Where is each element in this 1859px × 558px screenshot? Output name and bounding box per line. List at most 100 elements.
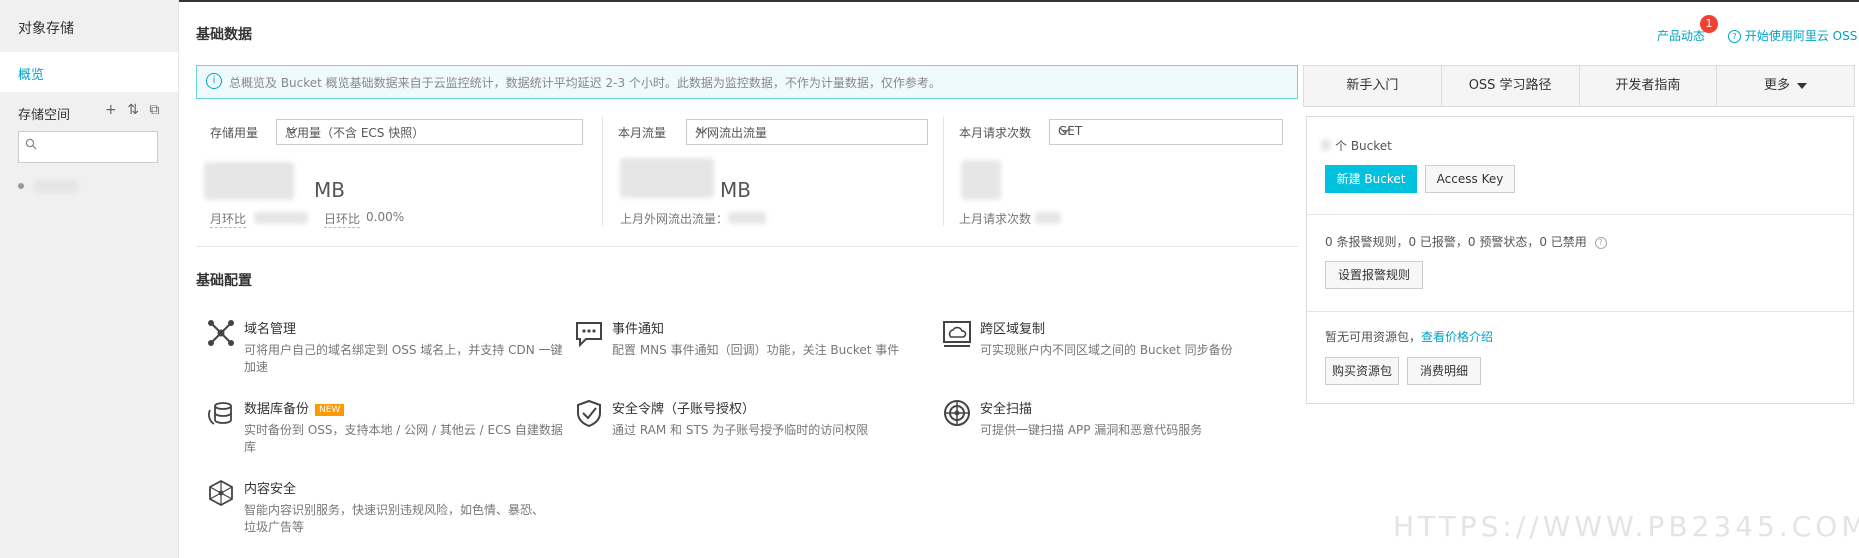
- config-desc: 可将用户自己的域名绑定到 OSS 域名上，并支持 CDN 一键加速: [244, 343, 563, 374]
- config-name: 跨区域复制: [980, 322, 1046, 337]
- config-item-content-security[interactable]: 内容安全 智能内容识别服务，快速识别违规风险，如色情、暴恐、垃圾广告等: [206, 478, 566, 538]
- config-name: 事件通知: [612, 322, 665, 337]
- message-icon: [574, 318, 606, 350]
- access-key-button[interactable]: Access Key: [1425, 165, 1515, 193]
- help-icon: ?: [1728, 30, 1741, 43]
- config-desc: 通过 RAM 和 STS 为子账号授予临时的访问权限: [612, 423, 869, 437]
- last-requests-redacted: [1035, 212, 1061, 224]
- notification-badge: 1: [1700, 15, 1718, 33]
- config-desc: 可提供一键扫描 APP 漏洞和恶意代码服务: [980, 423, 1203, 437]
- buy-package-button[interactable]: 购买资源包: [1325, 357, 1399, 385]
- sidebar: 对象存储 概览 存储空间 + ⇅ ⧉: [0, 0, 179, 558]
- config-name: 数据库备份 NEW: [244, 398, 345, 417]
- page-title: 基础数据: [196, 27, 252, 43]
- sidebar-item-overview[interactable]: 概览: [0, 52, 178, 92]
- config-item-scan[interactable]: 安全扫描 可提供一键扫描 APP 漏洞和恶意代码服务: [942, 398, 1302, 458]
- notice-text: 总概览及 Bucket 概览基础数据来自于云监控统计，数据统计平均延迟 2-3 …: [229, 76, 941, 90]
- traffic-value-redacted: [620, 158, 714, 198]
- bucket-search-input[interactable]: [18, 131, 158, 163]
- chevron-down-icon: [285, 123, 574, 140]
- config-item-event[interactable]: 事件通知 配置 MNS 事件通知（回调）功能，关注 Bucket 事件: [574, 318, 934, 378]
- config-item-sts[interactable]: 安全令牌（子账号授权） 通过 RAM 和 STS 为子账号授予临时的访问权限: [574, 398, 934, 458]
- add-icon[interactable]: +: [105, 102, 117, 118]
- pricing-link[interactable]: 查看价格介绍: [1421, 330, 1493, 344]
- tab-developer-guide[interactable]: 开发者指南: [1580, 66, 1718, 106]
- traffic-unit: MB: [720, 178, 751, 202]
- search-icon: [25, 138, 37, 154]
- expand-icon[interactable]: ⧉: [149, 102, 159, 118]
- info-icon: i: [206, 73, 222, 89]
- config-name: 安全扫描: [980, 402, 1033, 417]
- config-desc: 智能内容识别服务，快速识别违规风险，如色情、暴恐、垃圾广告等: [244, 503, 545, 534]
- config-section-title: 基础配置: [196, 273, 252, 289]
- config-name-text: 数据库备份: [244, 402, 310, 417]
- last-month-requests-label: 上月请求次数: [959, 212, 1032, 226]
- new-bucket-button[interactable]: 新建 Bucket: [1325, 165, 1417, 193]
- storage-section-label: 存储空间: [18, 108, 71, 123]
- sidebar-item-label: 概览: [18, 68, 45, 83]
- info-notice: i 总概览及 Bucket 概览基础数据来自于云监控统计，数据统计平均延迟 2-…: [196, 65, 1298, 99]
- cloud-sync-icon: [942, 318, 974, 350]
- chevron-down-icon: [1058, 123, 1274, 140]
- new-badge: NEW: [315, 403, 345, 416]
- shield-icon: [574, 398, 606, 430]
- caret-down-icon: [1797, 82, 1808, 89]
- tab-more-label: 更多: [1764, 78, 1791, 93]
- dod-value: 0.00%: [366, 210, 405, 224]
- traffic-type-select[interactable]: 外网流出流量: [686, 119, 928, 145]
- mom-label: 月环比: [210, 212, 247, 228]
- bucket-name-redacted: [34, 178, 79, 193]
- scan-icon: [942, 398, 974, 430]
- divider: [602, 116, 603, 226]
- storage-type-select[interactable]: 总用量（不含 ECS 快照）: [276, 119, 583, 145]
- bucket-count-redacted: [1321, 139, 1331, 151]
- config-item-db-backup[interactable]: 数据库备份 NEW 实时备份到 OSS，支持本地 / 公网 / 其他云 / ECS…: [206, 398, 566, 458]
- config-desc: 配置 MNS 事件通知（回调）功能，关注 Bucket 事件: [612, 343, 900, 357]
- stat-label: 本月流量: [618, 126, 667, 140]
- config-name: 安全令牌（子账号授权）: [612, 402, 756, 417]
- top-border: [0, 0, 1859, 2]
- database-icon: [206, 398, 238, 430]
- request-type-select[interactable]: GET: [1049, 119, 1283, 145]
- alarm-summary: 0 条报警规则，0 已报警，0 预警状态，0 已禁用 ?: [1325, 233, 1607, 250]
- watermark: HTTPS://WWW.PB2345.COM: [1393, 510, 1859, 543]
- requests-value-redacted: [961, 160, 1001, 200]
- section-divider: [196, 246, 1298, 247]
- monthly-requests-stat: 本月请求次数 GET 上月请求次数: [945, 112, 1283, 226]
- storage-usage-stat: 存储用量 总用量（不含 ECS 快照） MB 月环比 日环比 0.00%: [196, 112, 583, 228]
- package-text: 暂无可用资源包，: [1325, 330, 1422, 344]
- config-desc: 可实现账户内不同区域之间的 Bucket 同步备份: [980, 343, 1233, 357]
- tab-learning-path[interactable]: OSS 学习路径: [1442, 66, 1580, 106]
- bucket-count-label: 个 Bucket: [1335, 139, 1392, 153]
- divider: [943, 116, 944, 226]
- config-item-replication[interactable]: 跨区域复制 可实现账户内不同区域之间的 Bucket 同步备份: [942, 318, 1302, 378]
- tab-more[interactable]: 更多: [1717, 66, 1854, 106]
- set-alarm-button[interactable]: 设置报警规则: [1325, 261, 1423, 289]
- panel-divider: [1307, 311, 1853, 312]
- tab-getting-started[interactable]: 新手入门: [1304, 66, 1442, 106]
- config-name: 内容安全: [244, 482, 297, 497]
- help-icon[interactable]: ?: [1594, 236, 1607, 249]
- network-icon: [206, 318, 238, 350]
- sidebar-title: 对象存储: [18, 21, 74, 37]
- storage-unit: MB: [314, 178, 345, 202]
- start-oss-link[interactable]: ? 开始使用阿里云 OSS: [1728, 27, 1857, 44]
- stat-label: 本月请求次数: [959, 126, 1032, 140]
- sidebar-bucket-item[interactable]: [18, 178, 168, 196]
- chevron-down-icon: [695, 123, 919, 140]
- dod-label: 日环比: [324, 212, 361, 228]
- last-traffic-redacted: [728, 212, 766, 224]
- alarm-text: 0 条报警规则，0 已报警，0 预警状态，0 已禁用: [1325, 235, 1587, 249]
- config-desc: 实时备份到 OSS，支持本地 / 公网 / 其他云 / ECS 自建数据库: [244, 423, 563, 454]
- product-news-link[interactable]: 产品动态: [1657, 27, 1705, 44]
- sort-icon[interactable]: ⇅: [127, 102, 139, 118]
- cube-icon: [206, 478, 238, 510]
- billing-details-button[interactable]: 消费明细: [1407, 357, 1481, 385]
- monthly-traffic-stat: 本月流量 外网流出流量 MB 上月外网流出流量：: [604, 112, 928, 226]
- config-item-domain[interactable]: 域名管理 可将用户自己的域名绑定到 OSS 域名上，并支持 CDN 一键加速: [206, 318, 566, 378]
- storage-value-redacted: [204, 162, 294, 200]
- panel-divider: [1307, 214, 1853, 215]
- quick-links-tabs: 新手入门 OSS 学习路径 开发者指南 更多: [1303, 65, 1855, 107]
- mom-value-redacted: [254, 212, 308, 224]
- storage-tools: + ⇅ ⧉: [105, 102, 165, 118]
